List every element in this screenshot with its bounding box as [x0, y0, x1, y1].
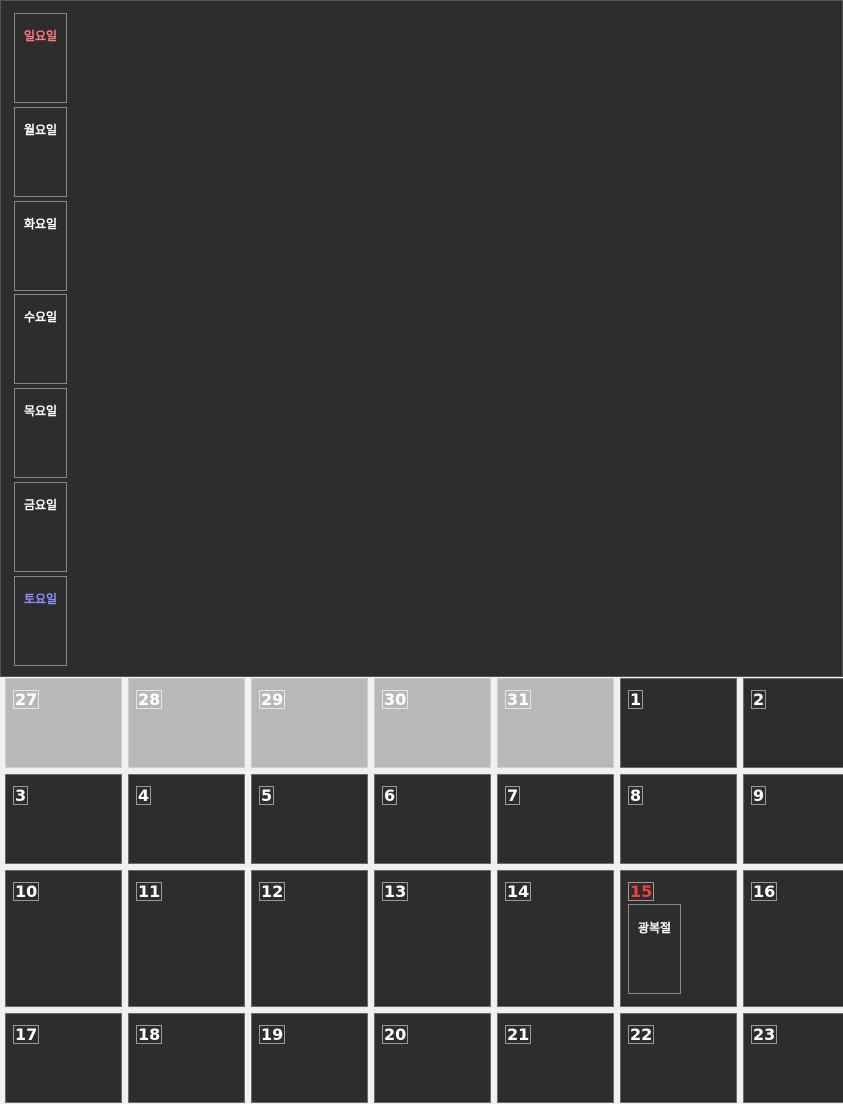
day-cell[interactable]: 6: [374, 774, 491, 864]
day-cell[interactable]: 10: [5, 870, 122, 1007]
day-number: 2: [751, 690, 767, 709]
day-cell[interactable]: 1: [620, 678, 737, 768]
day-number: 6: [382, 786, 398, 805]
day-cell[interactable]: 27: [5, 678, 122, 768]
weekday-sunday: 일요일: [14, 13, 67, 103]
day-number: 22: [628, 1025, 655, 1044]
weekday-saturday: 토요일: [14, 576, 67, 666]
day-number: 19: [259, 1025, 286, 1044]
day-cell[interactable]: 4: [128, 774, 245, 864]
day-cell[interactable]: 14: [497, 870, 614, 1007]
day-number: 29: [259, 690, 286, 709]
day-cell[interactable]: 7: [497, 774, 614, 864]
day-number: 10: [13, 882, 40, 901]
day-cell[interactable]: 29: [251, 678, 368, 768]
day-cell[interactable]: 21: [497, 1013, 614, 1103]
event-card[interactable]: 광복절: [628, 904, 681, 994]
weekday-tuesday: 화요일: [14, 201, 67, 291]
day-number: 7: [505, 786, 521, 805]
day-number: 1: [628, 690, 644, 709]
day-number: 16: [751, 882, 778, 901]
weekday-wednesday: 수요일: [14, 294, 67, 384]
day-number: 5: [259, 786, 275, 805]
weekday-monday: 월요일: [14, 107, 67, 197]
day-number: 23: [751, 1025, 778, 1044]
day-number: 14: [505, 882, 532, 901]
day-number: 3: [13, 786, 29, 805]
day-cell[interactable]: 9: [743, 774, 843, 864]
day-cell[interactable]: 12: [251, 870, 368, 1007]
day-cell[interactable]: 11: [128, 870, 245, 1007]
day-cell[interactable]: 22: [620, 1013, 737, 1103]
day-number: 8: [628, 786, 644, 805]
day-number: 30: [382, 690, 409, 709]
day-cell[interactable]: 15 광복절: [620, 870, 737, 1007]
day-number: 28: [136, 690, 163, 709]
weekday-header-panel: 일요일 월요일 화요일 수요일 목요일 금요일 토요일: [0, 0, 843, 677]
day-cell[interactable]: 3: [5, 774, 122, 864]
day-cell[interactable]: 23: [743, 1013, 843, 1103]
day-cell[interactable]: 20: [374, 1013, 491, 1103]
day-cell[interactable]: 8: [620, 774, 737, 864]
day-cell[interactable]: 5: [251, 774, 368, 864]
weekday-friday: 금요일: [14, 482, 67, 572]
day-number: 4: [136, 786, 152, 805]
day-cell[interactable]: 16: [743, 870, 843, 1007]
day-cell[interactable]: 18: [128, 1013, 245, 1103]
day-number: 13: [382, 882, 409, 901]
day-number: 15: [628, 882, 655, 901]
day-cell[interactable]: 30: [374, 678, 491, 768]
day-number: 21: [505, 1025, 532, 1044]
day-number: 20: [382, 1025, 409, 1044]
day-cell[interactable]: 13: [374, 870, 491, 1007]
day-cell[interactable]: 31: [497, 678, 614, 768]
day-cell[interactable]: 2: [743, 678, 843, 768]
day-number: 18: [136, 1025, 163, 1044]
day-number: 11: [136, 882, 163, 901]
day-cell[interactable]: 19: [251, 1013, 368, 1103]
day-number: 9: [751, 786, 767, 805]
day-number: 17: [13, 1025, 40, 1044]
day-number: 27: [13, 690, 40, 709]
day-number: 12: [259, 882, 286, 901]
weekday-thursday: 목요일: [14, 388, 67, 478]
calendar-app: 일요일 월요일 화요일 수요일 목요일 금요일 토요일 27 28 29 30 31 1 2…: [0, 0, 843, 1104]
day-cell[interactable]: 17: [5, 1013, 122, 1103]
day-number: 31: [505, 690, 532, 709]
day-cell[interactable]: 28: [128, 678, 245, 768]
